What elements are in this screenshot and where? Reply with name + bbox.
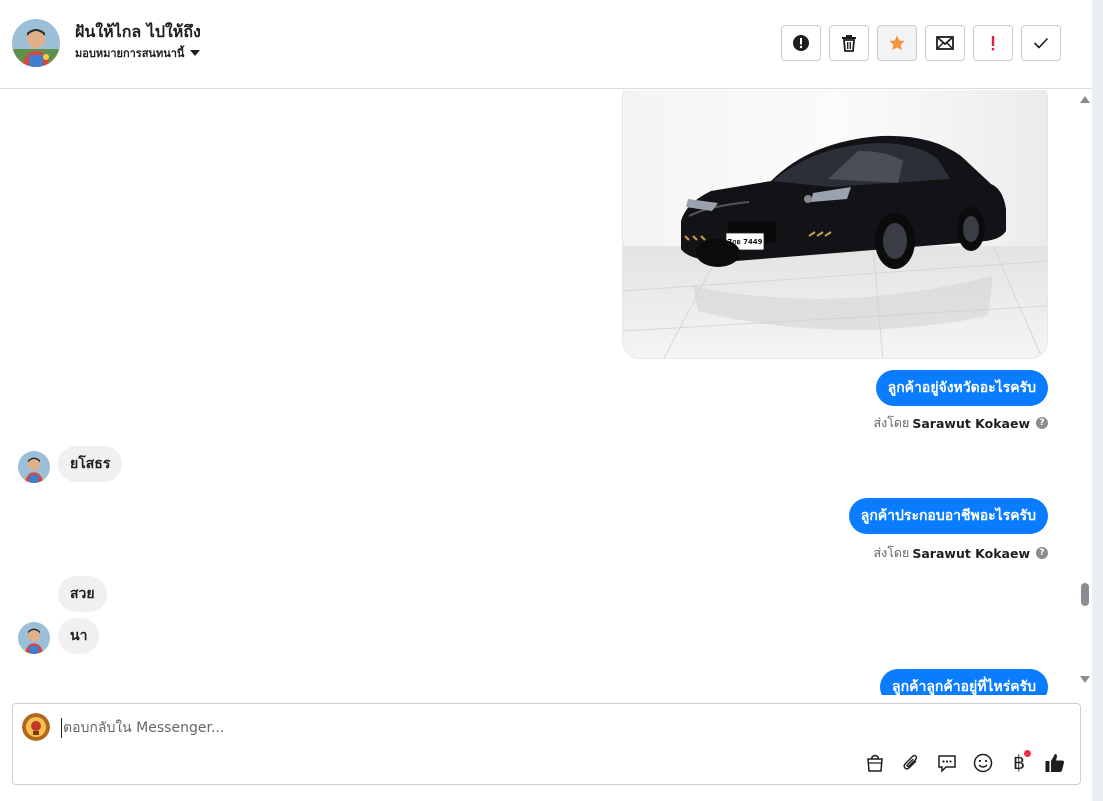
contact-avatar-small[interactable] bbox=[18, 451, 50, 483]
delete-button[interactable] bbox=[829, 25, 869, 61]
help-icon[interactable]: ? bbox=[1036, 417, 1048, 429]
notification-dot bbox=[1024, 750, 1031, 757]
message-thread: 7กย 7449 ลูกค้าอยู่จังหวัดอะไรครับ ส่งโด… bbox=[0, 90, 1077, 695]
contact-name: ฝันให้ไกล ไปให้ถึง bbox=[75, 22, 201, 41]
checkmark-icon bbox=[1033, 37, 1049, 49]
smiley-icon bbox=[973, 753, 993, 773]
thumbs-up-icon bbox=[1045, 754, 1064, 772]
assign-label: มอบหมายการสนทนานี้ bbox=[75, 47, 185, 60]
chat-bubble-icon bbox=[938, 755, 956, 773]
contact-avatar[interactable] bbox=[12, 19, 60, 67]
thread-scrollbar[interactable] bbox=[1077, 90, 1092, 695]
sent-by-prefix: ส่งโดย bbox=[873, 545, 910, 560]
like-button[interactable] bbox=[1042, 750, 1068, 776]
trash-icon bbox=[842, 35, 856, 52]
composer-tools: ฿ bbox=[862, 750, 1068, 776]
baht-icon: ฿ bbox=[1012, 752, 1026, 774]
emoji-button[interactable] bbox=[970, 750, 996, 776]
star-button[interactable] bbox=[877, 25, 917, 61]
sent-by-agent: Sarawut Kokaew bbox=[912, 545, 1030, 561]
conversation-header: ฝันให้ไกล ไปให้ถึง มอบหมายการสนทนานี้ bbox=[0, 0, 1092, 89]
sent-by-label: ส่งโดย Sarawut Kokaew ? bbox=[873, 543, 1048, 563]
spam-button[interactable] bbox=[781, 25, 821, 61]
alert-circle-icon bbox=[793, 35, 809, 51]
message-outgoing[interactable]: ลูกค้าอยู่จังหวัดอะไรครับ bbox=[875, 370, 1048, 406]
paperclip-icon bbox=[903, 754, 918, 770]
follow-up-button[interactable] bbox=[973, 25, 1013, 61]
conversation-panel: ฝันให้ไกล ไปให้ถึง มอบหมายการสนทนานี้ 7ก… bbox=[0, 0, 1092, 801]
contact-avatar-small[interactable] bbox=[18, 622, 50, 654]
scroll-up-arrow-icon[interactable] bbox=[1080, 96, 1090, 103]
message-outgoing[interactable]: ลูกค้าประกอบอาชีพอะไรครับ bbox=[848, 498, 1048, 534]
scrollbar-thumb[interactable] bbox=[1081, 583, 1089, 606]
page-avatar bbox=[22, 713, 50, 741]
attach-button[interactable] bbox=[898, 750, 924, 776]
reply-composer: ฿ bbox=[12, 703, 1081, 785]
scroll-down-arrow-icon[interactable] bbox=[1080, 676, 1090, 683]
sent-by-label: ส่งโดย Sarawut Kokaew ? bbox=[873, 413, 1048, 433]
payment-button[interactable]: ฿ bbox=[1006, 750, 1032, 776]
message-incoming[interactable]: นา bbox=[58, 618, 100, 654]
message-incoming[interactable]: ยโสธร bbox=[58, 446, 123, 482]
done-button[interactable] bbox=[1021, 25, 1061, 61]
caret-down-icon bbox=[190, 50, 201, 56]
saved-replies-button[interactable] bbox=[934, 750, 960, 776]
message-outgoing[interactable]: ลูกค้าลูกค้าอยู่ที่ไหร่ครับ bbox=[880, 669, 1048, 695]
sent-by-agent: Sarawut Kokaew bbox=[912, 415, 1030, 431]
reply-input[interactable] bbox=[61, 718, 961, 738]
message-incoming[interactable]: สวย bbox=[58, 576, 107, 612]
conversation-actions bbox=[781, 25, 1061, 61]
star-icon bbox=[889, 35, 905, 51]
envelope-icon bbox=[936, 36, 954, 50]
assign-conversation-dropdown[interactable]: มอบหมายการสนทนานี้ bbox=[75, 44, 201, 62]
help-icon[interactable]: ? bbox=[1036, 547, 1048, 559]
mark-unread-button[interactable] bbox=[925, 25, 965, 61]
exclamation-icon bbox=[991, 36, 995, 51]
sent-by-prefix: ส่งโดย bbox=[873, 415, 910, 430]
car-photo-attachment[interactable]: 7กย 7449 bbox=[622, 90, 1048, 359]
shopping-bag-icon bbox=[867, 754, 883, 772]
shopping-bag-button[interactable] bbox=[862, 750, 888, 776]
